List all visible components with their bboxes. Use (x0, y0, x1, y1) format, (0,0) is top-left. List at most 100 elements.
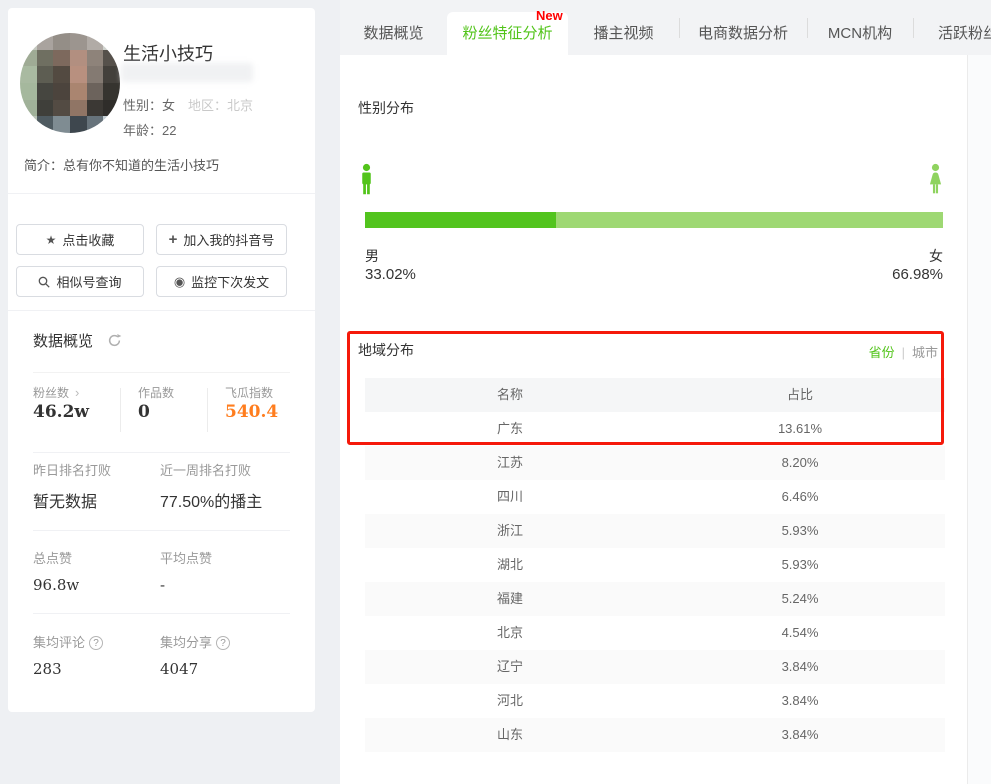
similar-account-label: 相似号查询 (56, 275, 122, 290)
right-gutter (967, 55, 991, 784)
divider (913, 18, 914, 38)
avatar-pixel (36, 49, 54, 67)
region-pct-cell: 5.24% (781, 591, 819, 606)
avatar-pixel (86, 49, 104, 67)
tab-data-overview[interactable]: 数据概览 (340, 12, 447, 55)
search-icon (38, 276, 51, 288)
data-overview-title-text: 数据概览 (33, 333, 94, 350)
profile-region: 地区：北京 (188, 98, 254, 113)
avg-likes-label: 平均点赞 (160, 551, 213, 566)
divider (33, 452, 290, 453)
table-row: 四川 6.46% (365, 480, 945, 514)
region-pct-cell: 5.93% (781, 523, 819, 538)
table-row: 浙江 5.93% (365, 514, 945, 548)
avatar (20, 33, 120, 133)
profile-gender: 性别：女 (123, 98, 176, 113)
refresh-icon[interactable] (107, 333, 122, 352)
works-count-value: 0 (138, 402, 150, 422)
feigua-index-value: 540.4 (225, 402, 279, 422)
region-name-cell: 辽宁 (496, 659, 523, 674)
profile-bio: 简介：总有你不知道的生活小技巧 (24, 158, 220, 173)
avatar-pixel (69, 116, 87, 133)
region-section-title: 地域分布 (358, 342, 414, 358)
help-icon[interactable] (216, 636, 231, 650)
tab-mcn[interactable]: MCN机构 (807, 12, 913, 55)
region-name-cell: 北京 (496, 625, 523, 640)
table-row: 北京 4.54% (365, 616, 945, 650)
female-percent: 66.98% (892, 266, 943, 283)
profile-age: 年龄：22 (123, 123, 177, 138)
similar-account-button[interactable]: 相似号查询 (16, 266, 144, 297)
fans-count-label[interactable]: 粉丝数 (33, 384, 79, 401)
region-name-cell: 江苏 (496, 455, 523, 470)
tab-ecommerce-analysis[interactable]: 电商数据分析 (679, 12, 807, 55)
yesterday-rank-value: 暂无数据 (33, 494, 98, 511)
star-icon (46, 234, 57, 246)
add-to-my-douyin-label: 加入我的抖音号 (183, 233, 275, 248)
avatar-pixel (20, 82, 37, 100)
avg-shares-label-text: 集均分享 (160, 635, 213, 650)
table-header-row: 名称 占比 (365, 378, 945, 412)
gender-ratio-bar (365, 212, 943, 228)
region-pct-cell: 4.54% (781, 625, 819, 640)
avg-comments-value: 283 (33, 660, 62, 678)
tab-active-fans[interactable]: 活跃粉丝 (913, 12, 991, 55)
avatar-pixel (53, 33, 70, 50)
avatar-pixel (36, 99, 54, 117)
region-name-cell: 四川 (496, 489, 523, 504)
header-percent: 占比 (786, 387, 813, 402)
avatar-pixel (53, 66, 70, 83)
region-table: 名称 占比 广东 13.61% 江苏 8.20% 四川 6.46% 浙江 5.93% 湖… (365, 378, 945, 752)
avg-shares-label: 集均分享 (160, 632, 231, 651)
avatar-pixel (53, 116, 70, 133)
monitor-icon (174, 275, 185, 288)
avg-comments-label-text: 集均评论 (33, 635, 86, 650)
chevron-right-icon (75, 385, 79, 400)
favorite-button[interactable]: 点击收藏 (16, 224, 144, 255)
toggle-city[interactable]: 城市 (912, 345, 938, 360)
tab-videos[interactable]: 播主视频 (568, 12, 679, 55)
divider (33, 613, 290, 614)
toggle-separator: | (901, 345, 905, 360)
avatar-pixel (103, 66, 120, 83)
region-toggle: 省份 | 城市 (738, 342, 938, 361)
avatar-pixel (36, 82, 54, 100)
region-name-cell: 河北 (496, 693, 523, 708)
plus-icon (169, 232, 178, 247)
table-row: 河北 3.84% (365, 684, 945, 718)
region-name-cell: 福建 (496, 591, 523, 606)
region-pct-cell: 8.20% (781, 455, 819, 470)
avatar-pixel (69, 33, 87, 50)
avatar-pixel (53, 49, 70, 67)
toggle-province[interactable]: 省份 (869, 345, 895, 360)
fans-count-label-text: 粉丝数 (33, 386, 70, 400)
table-row: 辽宁 3.84% (365, 650, 945, 684)
female-label: 女 (929, 248, 943, 264)
avg-shares-value: 4047 (160, 660, 199, 678)
region-name-cell: 浙江 (496, 523, 523, 538)
avg-comments-label: 集均评论 (33, 632, 104, 651)
male-percent: 33.02% (365, 266, 416, 283)
total-likes-label: 总点赞 (33, 551, 73, 566)
help-icon[interactable] (89, 636, 104, 650)
add-to-my-douyin-button[interactable]: 加入我的抖音号 (156, 224, 287, 255)
avatar-pixel (69, 49, 87, 67)
divider (120, 388, 121, 432)
table-row: 广东 13.61% (365, 412, 945, 446)
new-badge: New (536, 8, 563, 23)
region-pct-cell: 6.46% (781, 489, 819, 504)
divider (207, 388, 208, 432)
header-name: 名称 (496, 387, 523, 402)
divider (807, 18, 808, 38)
divider (679, 18, 680, 38)
week-rank-value: 77.50%的播主 (160, 494, 263, 511)
avatar-pixel (69, 66, 87, 83)
table-row: 湖北 5.93% (365, 548, 945, 582)
region-pct-cell: 5.93% (781, 557, 819, 572)
gender-bar-male (365, 212, 556, 228)
total-likes-value: 96.8w (33, 576, 80, 594)
region-name-cell: 山东 (496, 727, 523, 742)
monitor-next-post-button[interactable]: 监控下次发文 (156, 266, 287, 297)
gender-section-title: 性别分布 (358, 100, 414, 116)
profile-id-blurred (121, 63, 253, 82)
